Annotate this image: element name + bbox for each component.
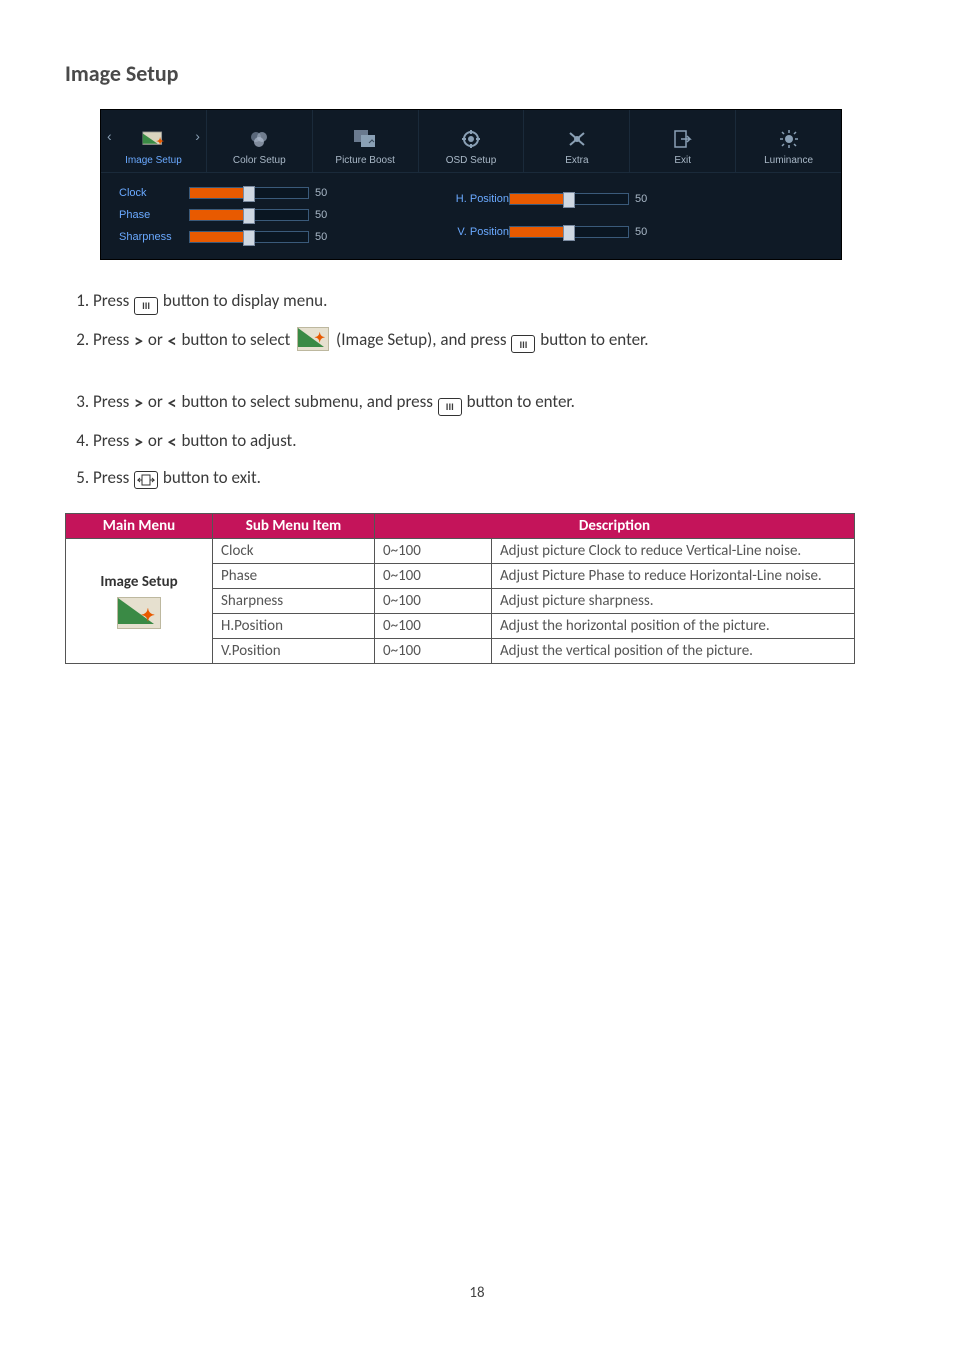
image-setup-icon: ✦ [117, 597, 161, 629]
slider-hposition[interactable] [509, 193, 629, 205]
value-clock: 50 [309, 187, 339, 199]
step-text: button to display menu. [159, 290, 327, 311]
settings-table: Main Menu Sub Menu Item Description Imag… [65, 513, 855, 664]
menu-button-icon: III [134, 297, 158, 315]
table-row: Image Setup ✦ Clock 0~100 Adjust picture… [66, 538, 855, 563]
osd-tab-label: Luminance [764, 155, 813, 166]
step-text: or [144, 391, 167, 412]
main-menu-cell: Image Setup ✦ [66, 538, 213, 663]
picture-boost-icon [354, 128, 376, 150]
range-cell: 0~100 [375, 638, 492, 663]
menu-button-icon: III [438, 398, 462, 416]
osd-tab-label: Extra [565, 155, 588, 166]
step-text: button to exit. [159, 467, 261, 488]
slider-phase[interactable] [189, 209, 309, 221]
osd-tab-label: Exit [674, 155, 691, 166]
desc-cell: Adjust the vertical position of the pict… [492, 638, 855, 663]
extra-icon [566, 128, 588, 150]
image-setup-icon: ✦ [142, 128, 164, 150]
steps-list: Press III button to display menu. Press … [65, 288, 889, 491]
step-3: Press > or < button to select submenu, a… [93, 389, 889, 416]
step-text: Press [93, 329, 133, 350]
osd-tab-label: Picture Boost [335, 155, 394, 166]
desc-cell: Adjust the horizontal position of the pi… [492, 613, 855, 638]
step-text: Press [93, 430, 133, 451]
luminance-icon [778, 128, 800, 150]
osd-body: Clock 50 Phase 50 Sharpness 50 H. Positi… [101, 173, 841, 259]
range-cell: 0~100 [375, 538, 492, 563]
value-sharpness: 50 [309, 231, 339, 243]
step-text: Press [93, 467, 133, 488]
osd-item-clock[interactable]: Clock [119, 187, 189, 199]
range-cell: 0~100 [375, 613, 492, 638]
osd-item-hposition[interactable]: H. Position [399, 193, 509, 205]
th-main-menu: Main Menu [66, 513, 213, 538]
step-text: Press [93, 391, 133, 412]
osd-tab-osd-setup[interactable]: OSD Setup [419, 110, 525, 172]
page-number: 18 [65, 1284, 889, 1302]
arrow-right-icon: › [195, 128, 200, 144]
osd-screenshot: ‹ ✦ Image Setup › Color Setup Picture Bo… [100, 109, 842, 260]
step-5: Press button to exit. [93, 465, 889, 491]
osd-setup-icon [460, 128, 482, 150]
auto-button-icon [134, 471, 158, 489]
value-hposition: 50 [629, 193, 659, 205]
step-text: button to enter. [536, 329, 648, 350]
th-description: Description [375, 513, 855, 538]
osd-tab-exit[interactable]: Exit [630, 110, 736, 172]
osd-tab-luminance[interactable]: Luminance [736, 110, 841, 172]
slider-vposition[interactable] [509, 226, 629, 238]
step-4: Press > or < button to adjust. [93, 428, 889, 454]
step-text: (Image Setup), and press [332, 329, 510, 350]
osd-right-column: H. Position 50 V. Position 50 [399, 187, 659, 243]
osd-tab-picture-boost[interactable]: Picture Boost [313, 110, 419, 172]
step-text: Press [93, 290, 133, 311]
desc-cell: Adjust picture Clock to reduce Vertical-… [492, 538, 855, 563]
sub-cell: Clock [213, 538, 375, 563]
range-cell: 0~100 [375, 563, 492, 588]
slider-clock[interactable] [189, 187, 309, 199]
sub-cell: Phase [213, 563, 375, 588]
step-text: button to select submenu, and press [178, 391, 437, 412]
step-text: button to enter. [463, 391, 575, 412]
main-menu-label: Image Setup [100, 573, 177, 591]
osd-tab-image-setup[interactable]: ‹ ✦ Image Setup › [101, 110, 207, 172]
osd-tab-color-setup[interactable]: Color Setup [207, 110, 313, 172]
osd-tab-label: Image Setup [125, 155, 182, 166]
osd-tab-extra[interactable]: Extra [524, 110, 630, 172]
step-2: Press > or < button to select ✦ (Image S… [93, 327, 889, 354]
osd-tab-label: Color Setup [233, 155, 286, 166]
sub-cell: Sharpness [213, 588, 375, 613]
osd-item-sharpness[interactable]: Sharpness [119, 231, 189, 243]
section-title: Image Setup [65, 60, 889, 87]
osd-left-column: Clock 50 Phase 50 Sharpness 50 [119, 187, 339, 243]
sub-cell: V.Position [213, 638, 375, 663]
step-text: button to adjust. [178, 430, 297, 451]
value-phase: 50 [309, 209, 339, 221]
step-text: button to select [178, 329, 295, 350]
range-cell: 0~100 [375, 588, 492, 613]
th-sub-menu: Sub Menu Item [213, 513, 375, 538]
osd-tab-label: OSD Setup [446, 155, 497, 166]
osd-item-phase[interactable]: Phase [119, 209, 189, 221]
step-text: or [144, 329, 167, 350]
image-setup-icon: ✦ [297, 327, 329, 351]
step-1: Press III button to display menu. [93, 288, 889, 315]
step-text: or [144, 430, 167, 451]
exit-icon [672, 128, 694, 150]
desc-cell: Adjust picture sharpness. [492, 588, 855, 613]
sub-cell: H.Position [213, 613, 375, 638]
slider-sharpness[interactable] [189, 231, 309, 243]
desc-cell: Adjust Picture Phase to reduce Horizonta… [492, 563, 855, 588]
osd-item-vposition[interactable]: V. Position [399, 226, 509, 238]
osd-tabs: ‹ ✦ Image Setup › Color Setup Picture Bo… [101, 110, 841, 173]
color-setup-icon [248, 128, 270, 150]
arrow-left-icon: ‹ [107, 128, 112, 144]
menu-button-icon: III [511, 335, 535, 353]
svg-text:✦: ✦ [157, 136, 165, 147]
value-vposition: 50 [629, 226, 659, 238]
